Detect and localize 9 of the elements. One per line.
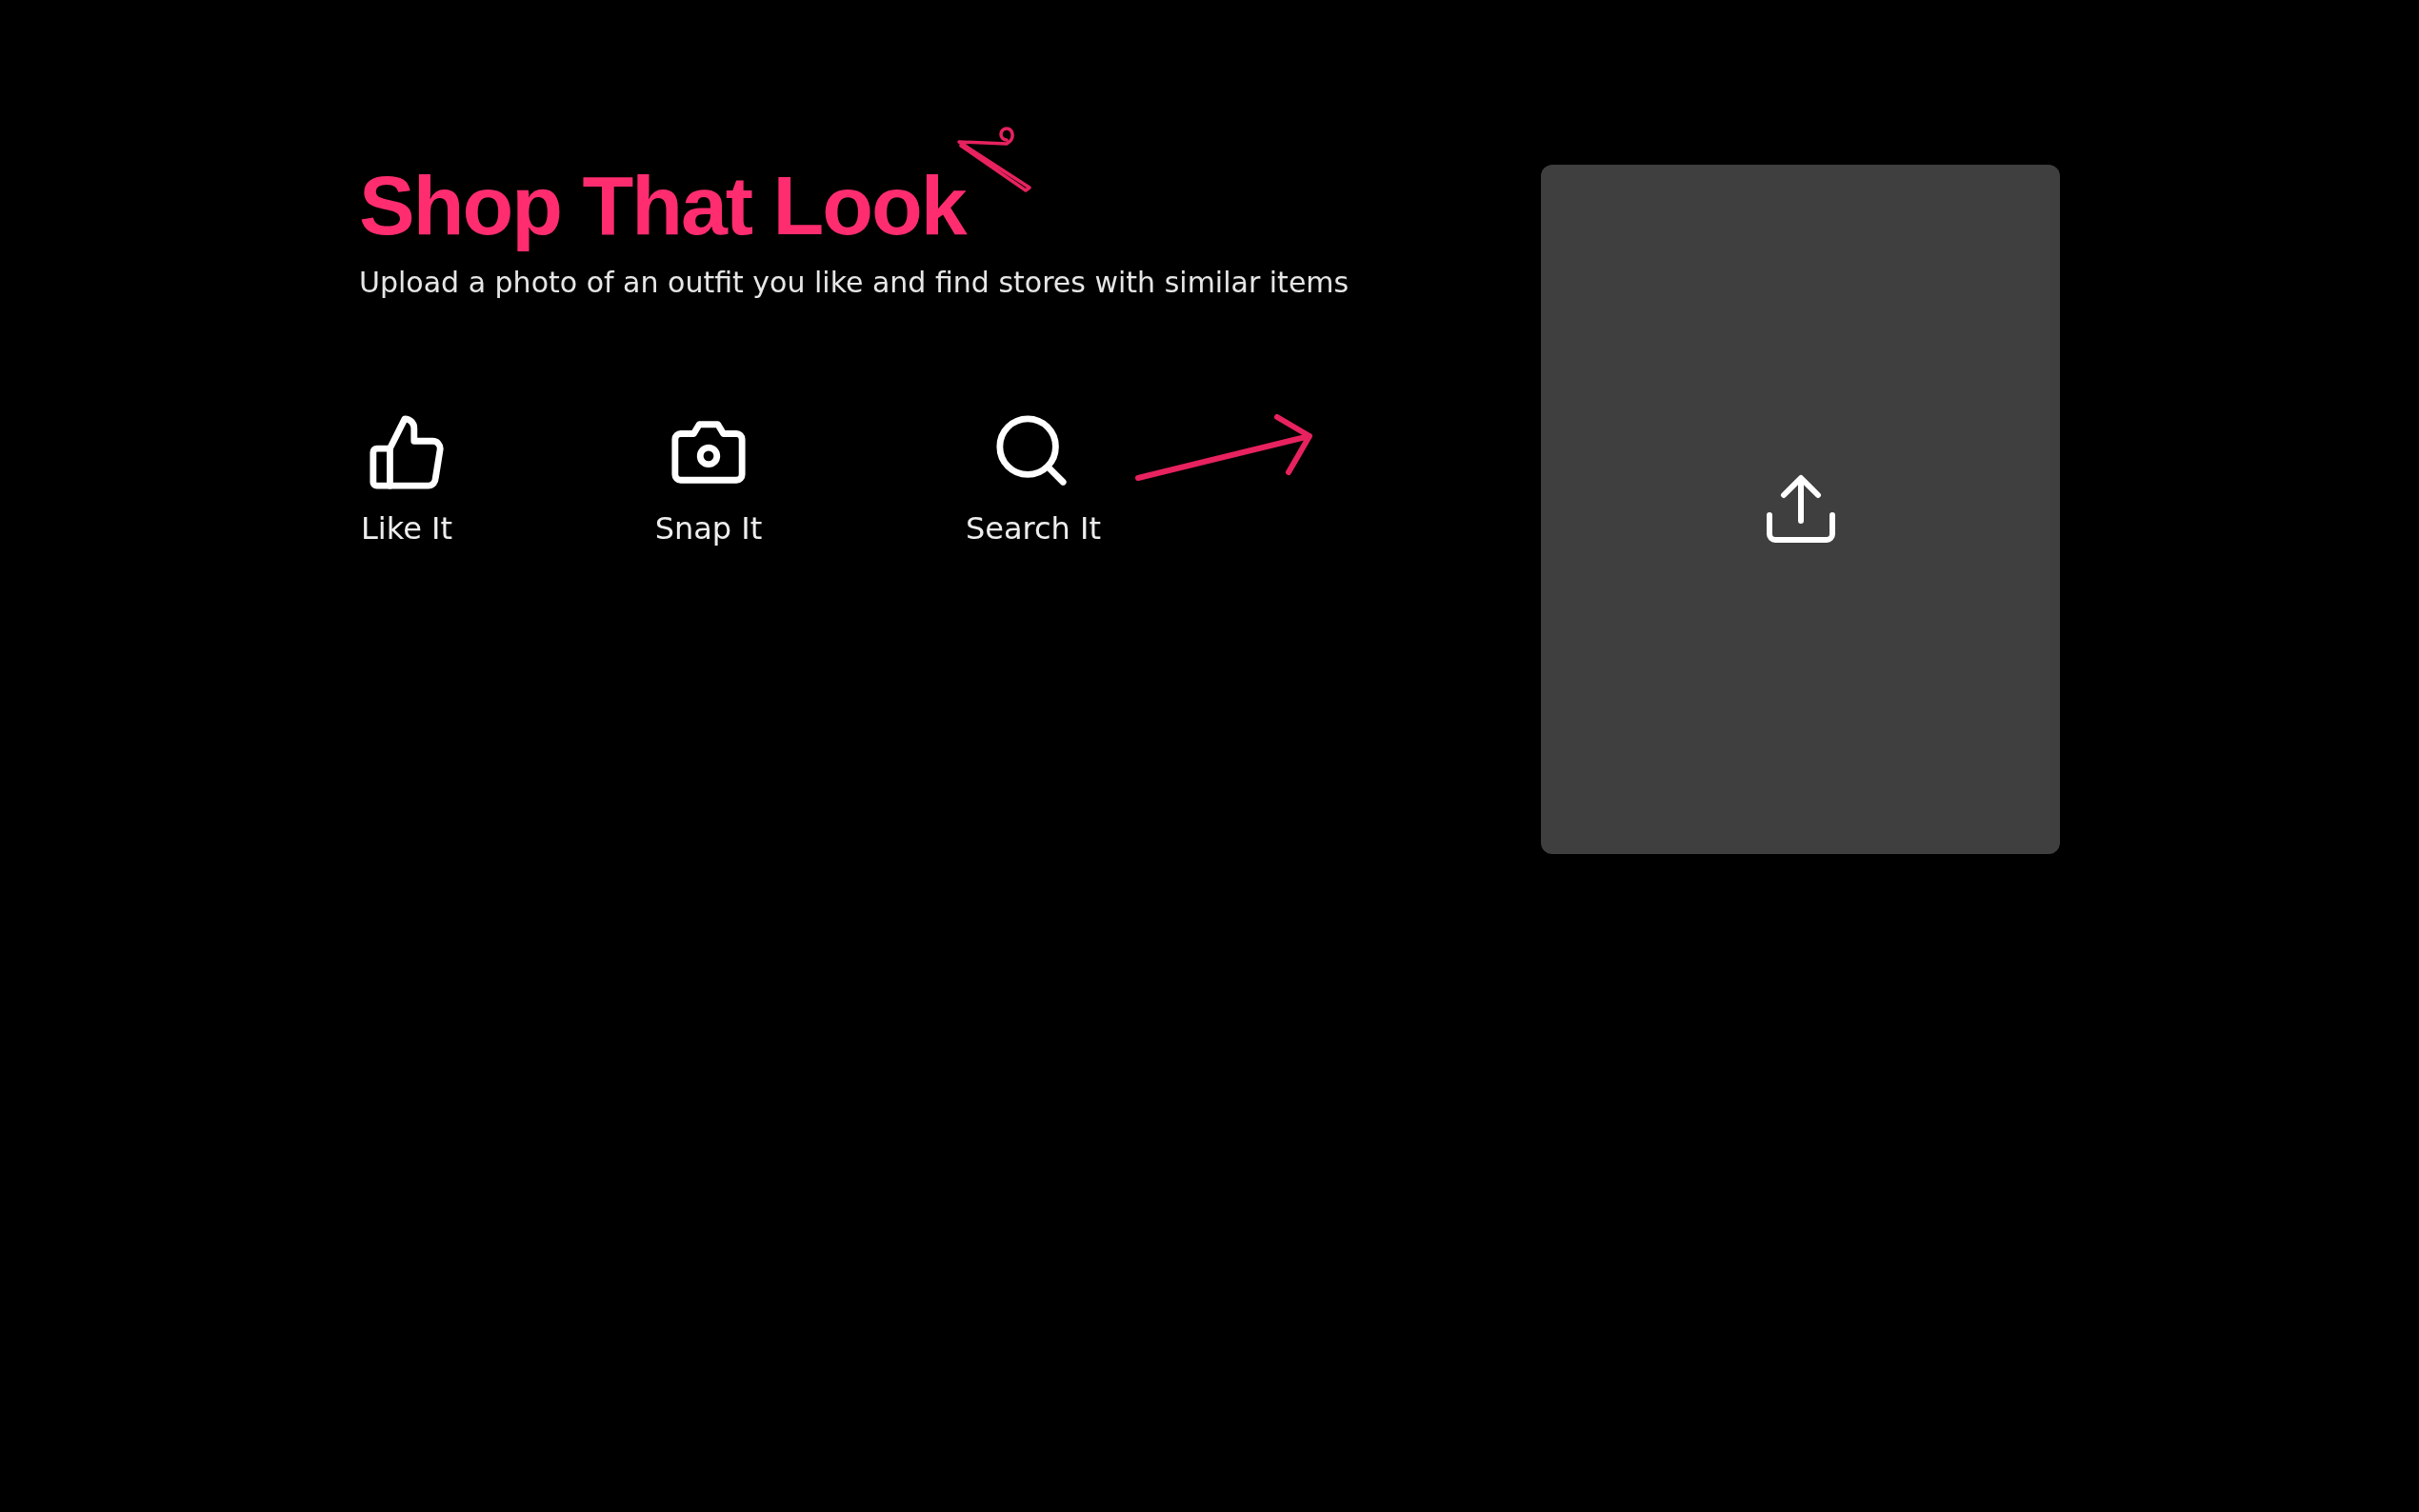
upload-panel[interactable] bbox=[1541, 165, 2060, 854]
step-label: Snap It bbox=[654, 509, 763, 547]
step-label: Like It bbox=[361, 509, 452, 547]
page-title: Shop That Look bbox=[359, 157, 966, 254]
subtitle: Upload a photo of an outfit you like and find stores with similar items bbox=[359, 265, 1350, 299]
upload-icon bbox=[1764, 473, 1837, 546]
thumbs-up-icon bbox=[368, 412, 446, 491]
step-label: Search It bbox=[965, 509, 1102, 547]
arrow-icon bbox=[1134, 412, 1315, 482]
